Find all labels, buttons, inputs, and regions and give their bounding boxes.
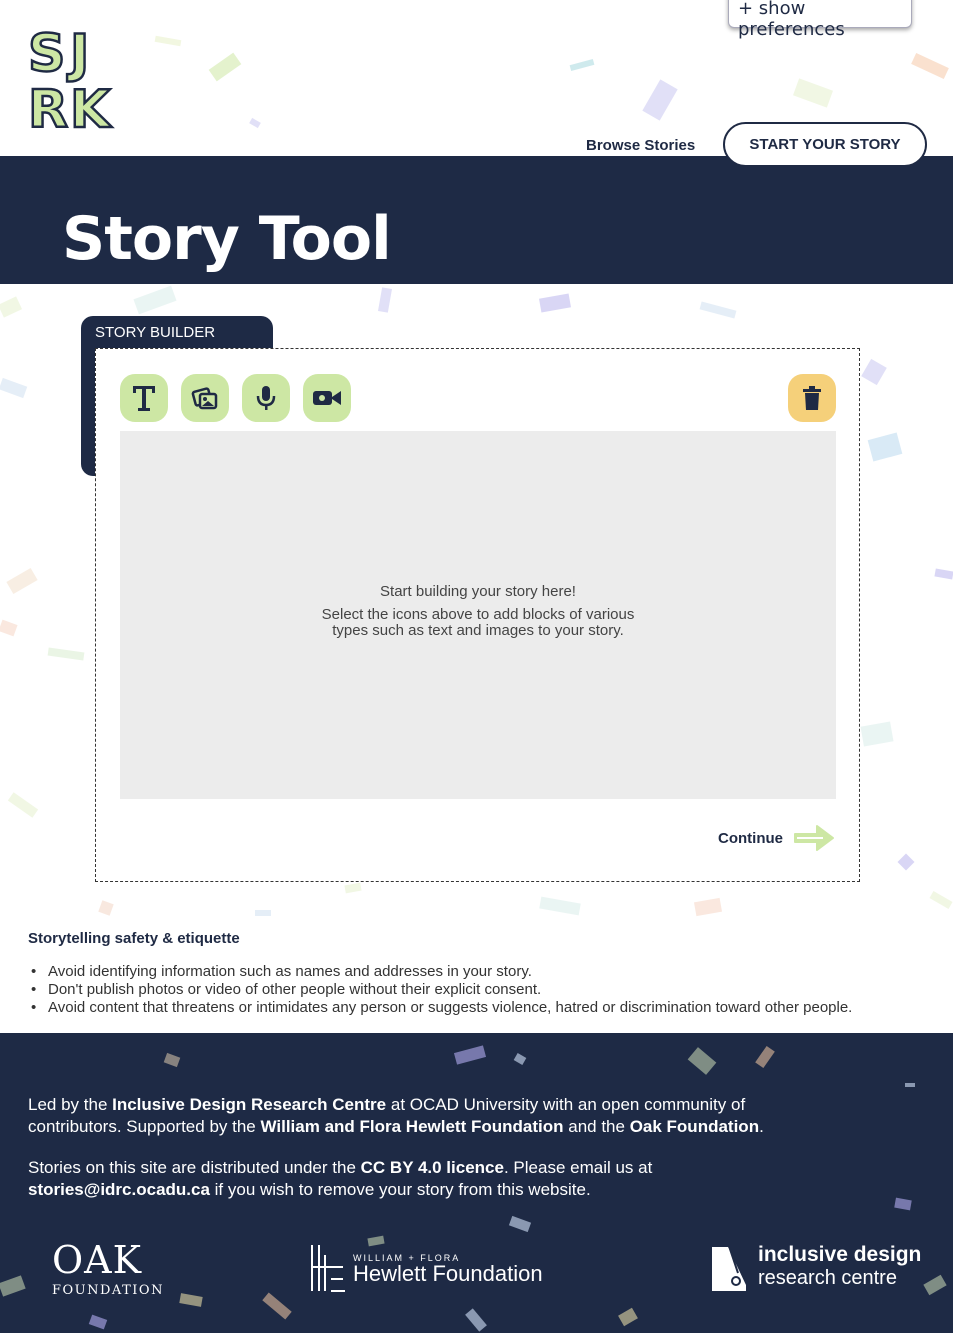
story-canvas-dropzone[interactable]: Start building your story here! Select t… [120, 431, 836, 799]
hewlett-link[interactable]: William and Flora Hewlett Foundation [260, 1117, 563, 1136]
footer-text: . Please email us at [503, 1158, 653, 1177]
sjrk-logo[interactable]: S J R K [27, 24, 112, 140]
arrow-right-icon [794, 825, 834, 851]
footer-text: and the [563, 1117, 630, 1136]
continue-button[interactable]: Continue [718, 823, 835, 853]
continue-label: Continue [718, 829, 783, 847]
browse-stories-link[interactable]: Browse Stories [586, 137, 695, 154]
page-header: Story Tool [0, 156, 953, 284]
oak-link[interactable]: Oak Foundation [630, 1117, 759, 1136]
footer-text: Led by the [28, 1095, 113, 1114]
footer-text: if you wish to remove your story from th… [209, 1180, 591, 1199]
add-image-block-button[interactable] [181, 374, 229, 422]
empty-state-description: Select the icons above to add blocks of … [321, 606, 635, 639]
delete-blocks-button[interactable] [788, 374, 836, 422]
page-title: Story Tool [62, 204, 392, 274]
idrc-link[interactable]: Inclusive Design Research Centre [112, 1095, 386, 1114]
list-item: Avoid content that threatens or intimida… [28, 999, 852, 1017]
footer-credits: Led by the Inclusive Design Research Cen… [28, 1094, 828, 1138]
story-builder-label: STORY BUILDER [95, 324, 216, 341]
empty-state-title: Start building your story here! [380, 583, 576, 600]
etiquette-title: Storytelling safety & etiquette [28, 930, 240, 947]
oak-foundation-logo[interactable]: OAK FOUNDATION [52, 1241, 164, 1298]
list-item: Avoid identifying information such as na… [28, 963, 852, 981]
idrc-mark-icon [712, 1247, 746, 1291]
add-audio-block-button[interactable] [242, 374, 290, 422]
list-item: Don't publish photos or video of other p… [28, 981, 852, 999]
add-text-block-button[interactable] [120, 374, 168, 422]
email-link[interactable]: stories@idrc.ocadu.ca [28, 1180, 210, 1199]
story-builder-panel: Start building your story here! Select t… [95, 348, 860, 882]
licence-link[interactable]: CC BY 4.0 licence [361, 1158, 504, 1177]
footer-text: . [759, 1117, 764, 1136]
oak-logo-text: OAK [52, 1238, 142, 1282]
idrc-logo-line1: inclusive design [758, 1243, 922, 1266]
logo-letter-k: K [69, 80, 112, 140]
logo-letter-r: R [27, 80, 70, 140]
start-your-story-button[interactable]: START YOUR STORY [723, 122, 927, 167]
add-video-block-button[interactable] [303, 374, 351, 422]
idrc-logo[interactable]: inclusive design research centre [710, 1243, 921, 1293]
hewlett-logo-text: Hewlett Foundation [353, 1261, 543, 1286]
show-preferences-toggle[interactable]: + show preferences [728, 0, 912, 40]
footer-licence: Stories on this site are distributed und… [28, 1157, 828, 1201]
microphone-icon [256, 386, 276, 410]
site-footer: Led by the Inclusive Design Research Cen… [0, 1033, 953, 1333]
etiquette-list: Avoid identifying information such as na… [28, 963, 852, 1017]
text-icon [133, 386, 155, 411]
hewlett-foundation-logo[interactable]: WILLIAM + FLORA Hewlett Foundation [309, 1243, 543, 1293]
oak-logo-subtext: FOUNDATION [52, 1283, 164, 1298]
oak-logo-wordmark: OAK [52, 1241, 164, 1279]
etiquette-section: Storytelling safety & etiquette Avoid id… [28, 930, 852, 1017]
logo-letter-s: S [27, 24, 67, 84]
idrc-logo-line2: research centre [758, 1267, 897, 1289]
trash-icon [803, 386, 821, 410]
video-icon [313, 391, 341, 405]
logo-letter-j: J [69, 24, 91, 84]
footer-text: Stories on this site are distributed und… [28, 1158, 361, 1177]
hewlett-mark-icon [311, 1245, 345, 1292]
image-icon [191, 387, 218, 410]
